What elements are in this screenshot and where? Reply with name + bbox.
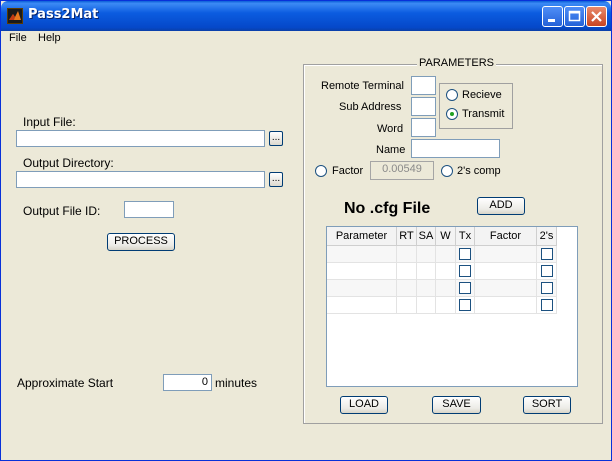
- tx-checkbox[interactable]: [459, 299, 471, 311]
- cell-sa[interactable]: [417, 297, 436, 314]
- input-file-label: Input File:: [23, 115, 76, 129]
- output-directory-browse-button[interactable]: ...: [269, 172, 283, 187]
- process-button[interactable]: PROCESS: [107, 233, 175, 251]
- window-title: Pass2Mat: [28, 7, 99, 22]
- cell-tx: [456, 297, 475, 314]
- close-button[interactable]: [586, 6, 607, 27]
- cell-twos: [537, 263, 557, 280]
- cell-tx: [456, 263, 475, 280]
- pass2mat-window: Pass2Mat File Help Input File: ... Outpu…: [0, 0, 612, 461]
- cell-factor[interactable]: [475, 297, 537, 314]
- name-field[interactable]: [411, 139, 500, 158]
- cell-sa[interactable]: [417, 246, 436, 263]
- input-file-field[interactable]: [16, 130, 265, 147]
- cell-parameter[interactable]: [327, 263, 397, 280]
- cell-parameter[interactable]: [327, 280, 397, 297]
- remote-terminal-field[interactable]: [411, 76, 436, 95]
- cell-twos: [537, 246, 557, 263]
- cell-tx: [456, 280, 475, 297]
- factor-field: 0.00549: [370, 161, 434, 180]
- parameter-table: Parameter RT SA W Tx Factor 2's: [326, 226, 578, 387]
- factor-radio[interactable]: [315, 165, 327, 177]
- twos-checkbox[interactable]: [540, 299, 553, 311]
- factor-label: Factor: [332, 165, 364, 177]
- add-button[interactable]: ADD: [477, 197, 525, 215]
- load-button[interactable]: LOAD: [340, 396, 388, 414]
- receive-label: Recieve: [462, 89, 502, 101]
- minimize-button[interactable]: [542, 6, 563, 27]
- title-bar[interactable]: Pass2Mat: [1, 1, 611, 31]
- cell-tx: [456, 246, 475, 263]
- cfg-status-text: No .cfg File: [344, 200, 431, 217]
- sort-button[interactable]: SORT: [523, 396, 571, 414]
- col-tx[interactable]: Tx: [456, 227, 475, 246]
- cell-parameter[interactable]: [327, 297, 397, 314]
- cell-twos: [537, 280, 557, 297]
- cell-twos: [537, 297, 557, 314]
- sub-address-label: Sub Address: [339, 101, 402, 113]
- minimize-icon: [548, 19, 555, 22]
- word-label: Word: [377, 123, 404, 135]
- twos-checkbox[interactable]: [540, 265, 553, 277]
- transmit-radio[interactable]: [446, 108, 458, 120]
- output-file-id-field[interactable]: [124, 201, 174, 218]
- table-row[interactable]: [327, 263, 557, 280]
- receive-radio[interactable]: [446, 89, 458, 101]
- word-field[interactable]: [411, 118, 436, 137]
- cell-rt[interactable]: [397, 280, 417, 297]
- output-file-id-label: Output File ID:: [23, 204, 101, 218]
- name-label: Name: [376, 144, 406, 156]
- menu-bar: File Help: [1, 31, 611, 48]
- cell-w[interactable]: [436, 297, 456, 314]
- tx-checkbox[interactable]: [459, 265, 471, 277]
- cell-factor[interactable]: [475, 263, 537, 280]
- cell-rt[interactable]: [397, 246, 417, 263]
- matlab-icon: [7, 8, 23, 24]
- table-row[interactable]: [327, 246, 557, 263]
- col-parameter[interactable]: Parameter: [327, 227, 397, 246]
- menu-help[interactable]: Help: [38, 32, 61, 44]
- col-factor[interactable]: Factor: [475, 227, 537, 246]
- table-header: Parameter RT SA W Tx Factor 2's: [327, 227, 557, 246]
- maximize-icon: [568, 10, 581, 22]
- col-twos[interactable]: 2's: [537, 227, 557, 246]
- save-button[interactable]: SAVE: [432, 396, 481, 414]
- cell-w[interactable]: [436, 280, 456, 297]
- tx-checkbox[interactable]: [459, 282, 471, 294]
- approximate-start-label: Approximate Start: [17, 376, 114, 390]
- col-sa[interactable]: SA: [417, 227, 436, 246]
- menu-file[interactable]: File: [9, 32, 27, 44]
- col-rt[interactable]: RT: [397, 227, 417, 246]
- parameters-legend: PARAMETERS: [417, 57, 496, 69]
- close-icon: [591, 11, 602, 22]
- output-directory-label: Output Directory:: [23, 156, 114, 170]
- col-w[interactable]: W: [436, 227, 456, 246]
- remote-terminal-label: Remote Terminal: [321, 80, 404, 92]
- cell-factor[interactable]: [475, 246, 537, 263]
- cell-sa[interactable]: [417, 280, 436, 297]
- cell-sa[interactable]: [417, 263, 436, 280]
- input-file-browse-button[interactable]: ...: [269, 131, 283, 146]
- twos-checkbox[interactable]: [540, 248, 553, 260]
- approximate-start-field[interactable]: 0: [163, 374, 212, 391]
- cell-w[interactable]: [436, 246, 456, 263]
- twos-checkbox[interactable]: [540, 282, 553, 294]
- cell-parameter[interactable]: [327, 246, 397, 263]
- twos-comp-radio[interactable]: [441, 165, 453, 177]
- twos-comp-label: 2's comp: [457, 165, 501, 177]
- cell-factor[interactable]: [475, 280, 537, 297]
- cell-rt[interactable]: [397, 263, 417, 280]
- output-directory-field[interactable]: [16, 171, 265, 188]
- table-row[interactable]: [327, 297, 557, 314]
- cell-w[interactable]: [436, 263, 456, 280]
- table-row[interactable]: [327, 280, 557, 297]
- cell-rt[interactable]: [397, 297, 417, 314]
- minutes-label: minutes: [215, 376, 258, 390]
- tx-checkbox[interactable]: [459, 248, 471, 260]
- transmit-label: Transmit: [462, 108, 505, 120]
- sub-address-field[interactable]: [411, 97, 436, 116]
- maximize-button[interactable]: [564, 6, 585, 27]
